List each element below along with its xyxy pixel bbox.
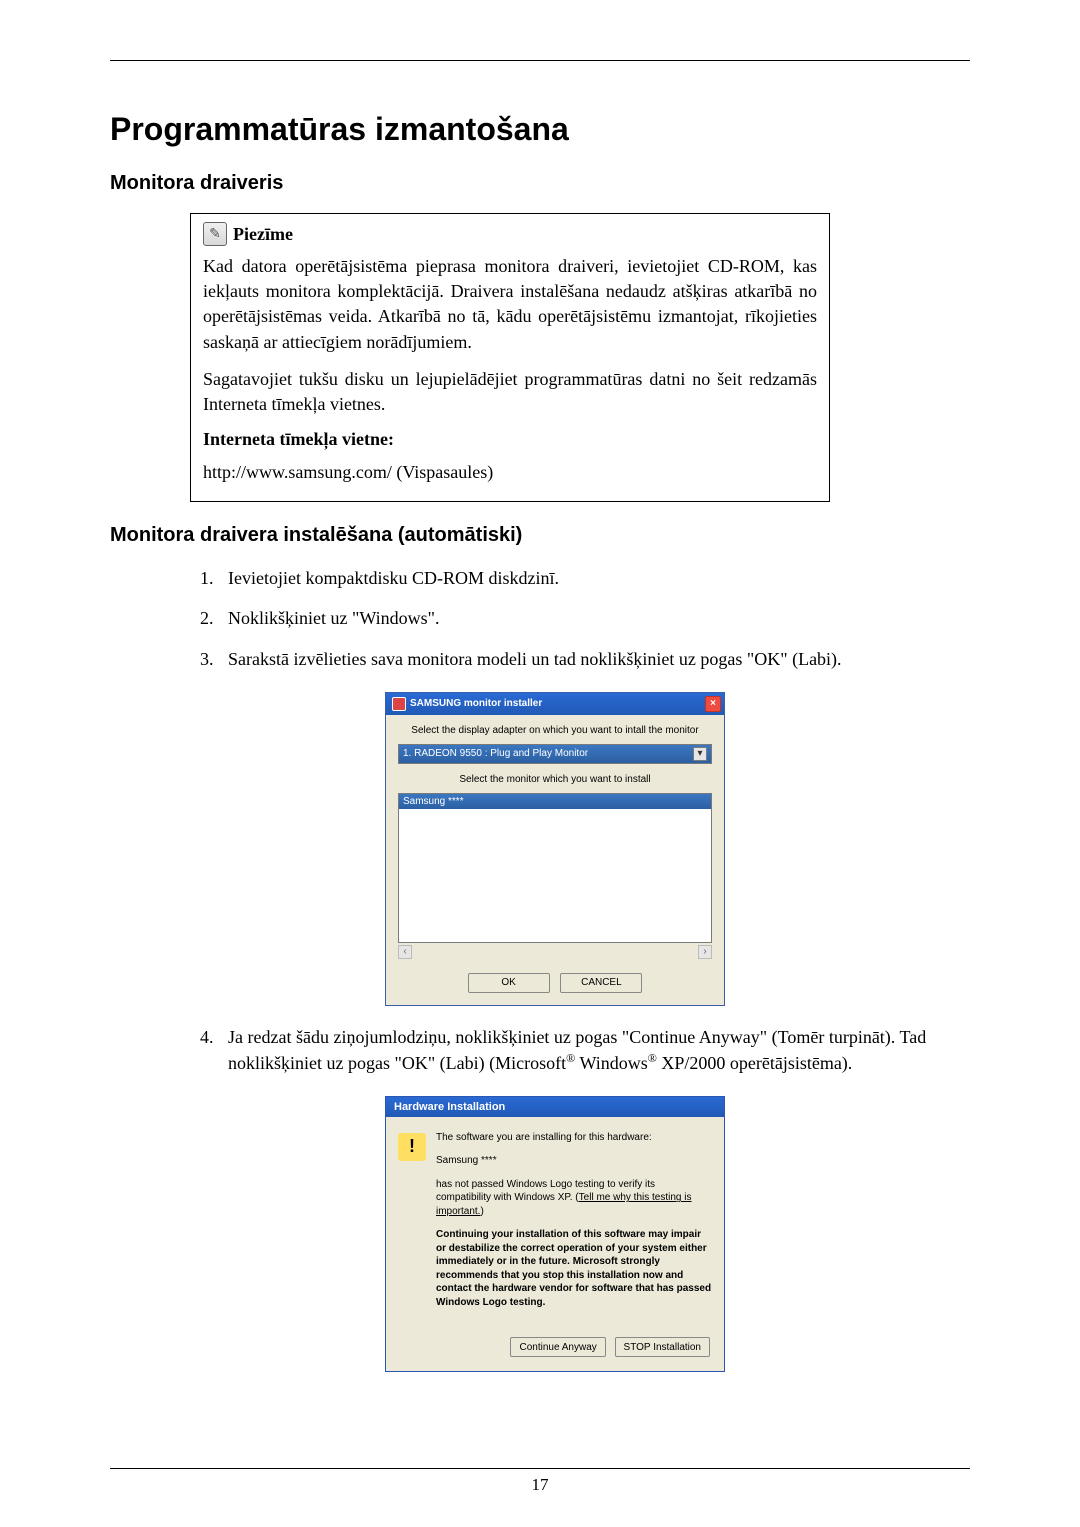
hw-buttons: Continue Anyway STOP Installation <box>386 1331 724 1371</box>
step-3: Sarakstā izvēlieties sava monitora model… <box>218 646 970 672</box>
hw-titlebar: Hardware Installation <box>386 1097 724 1117</box>
installer-body: Select the display adapter on which you … <box>386 715 724 1005</box>
continue-anyway-button[interactable]: Continue Anyway <box>510 1337 605 1357</box>
section-monitor-driver: Monitora draiveris <box>110 172 970 195</box>
reg-1: ® <box>566 1051 575 1065</box>
installer-buttons: OK CANCEL <box>398 973 712 993</box>
monitor-list[interactable]: Samsung **** <box>398 793 712 943</box>
note-paragraph-1: Kad datora operētājsistēma pieprasa moni… <box>203 254 817 355</box>
adapter-select-value: 1. RADEON 9550 : Plug and Play Monitor <box>403 748 588 759</box>
hw-text: The software you are installing for this… <box>436 1131 712 1320</box>
note-paragraph-2: Sagatavojiet tukšu disku un lejupielādēj… <box>203 367 817 417</box>
install-steps: Ievietojiet kompaktdisku CD-ROM diskdzin… <box>190 565 970 671</box>
hw-dialog-wrap: Hardware Installation ! The software you… <box>110 1096 970 1373</box>
installer-app-icon <box>392 697 406 711</box>
scroll-left-icon[interactable]: ‹ <box>398 945 412 959</box>
stop-installation-button[interactable]: STOP Installation <box>615 1337 710 1357</box>
hw-p3: has not passed Windows Logo testing to v… <box>436 1178 712 1219</box>
page-number: 17 <box>532 1475 549 1494</box>
monitor-list-scrollbar: ‹ › <box>398 945 712 959</box>
installer-titlebar: SAMSUNG monitor installer × <box>386 693 724 715</box>
installer-label-adapter: Select the display adapter on which you … <box>398 725 712 736</box>
note-header: ✎ Piezīme <box>203 222 817 246</box>
note-box: ✎ Piezīme Kad datora operētājsistēma pie… <box>190 213 830 502</box>
scroll-right-icon[interactable]: › <box>698 945 712 959</box>
step-4-b: Windows <box>575 1053 647 1073</box>
hw-p3b: ) <box>480 1206 483 1217</box>
cancel-button[interactable]: CANCEL <box>560 973 642 993</box>
adapter-select[interactable]: 1. RADEON 9550 : Plug and Play Monitor ▾ <box>398 744 712 764</box>
reg-2: ® <box>648 1051 657 1065</box>
note-icon: ✎ <box>203 222 227 246</box>
step-1: Ievietojiet kompaktdisku CD-ROM diskdzin… <box>218 565 970 591</box>
step-4-c: XP/2000 operētājsistēma). <box>657 1053 852 1073</box>
page-footer: 17 <box>110 1468 970 1495</box>
installer-label-monitor: Select the monitor which you want to ins… <box>398 774 712 785</box>
hw-p1: The software you are installing for this… <box>436 1131 712 1145</box>
top-rule <box>110 60 970 61</box>
section-auto-install: Monitora draivera instalēšana (automātis… <box>110 524 970 547</box>
installer-dialog-wrap: SAMSUNG monitor installer × Select the d… <box>110 692 970 1006</box>
note-site-label: Interneta tīmekļa vietne: <box>203 429 817 450</box>
page-title: Programmatūras izmantošana <box>110 111 970 148</box>
hardware-install-dialog: Hardware Installation ! The software you… <box>385 1096 725 1373</box>
warning-icon: ! <box>398 1133 426 1161</box>
chevron-down-icon[interactable]: ▾ <box>693 747 707 761</box>
installer-dialog: SAMSUNG monitor installer × Select the d… <box>385 692 725 1006</box>
ok-button[interactable]: OK <box>468 973 550 993</box>
step-2: Noklikšķiniet uz "Windows". <box>218 605 970 631</box>
hw-body: ! The software you are installing for th… <box>386 1117 724 1332</box>
installer-title-text: SAMSUNG monitor installer <box>410 698 542 709</box>
install-steps-continued: Ja redzat šādu ziņojumlodziņu, noklikšķi… <box>190 1024 970 1076</box>
note-url: http://www.samsung.com/ (Vispasaules) <box>203 460 817 485</box>
step-4: Ja redzat šādu ziņojumlodziņu, noklikšķi… <box>218 1024 970 1076</box>
note-title: Piezīme <box>233 224 293 245</box>
hw-p2: Samsung **** <box>436 1154 712 1168</box>
hw-p4: Continuing your installation of this sof… <box>436 1228 712 1309</box>
close-icon[interactable]: × <box>705 696 721 712</box>
monitor-list-selected[interactable]: Samsung **** <box>399 794 711 809</box>
